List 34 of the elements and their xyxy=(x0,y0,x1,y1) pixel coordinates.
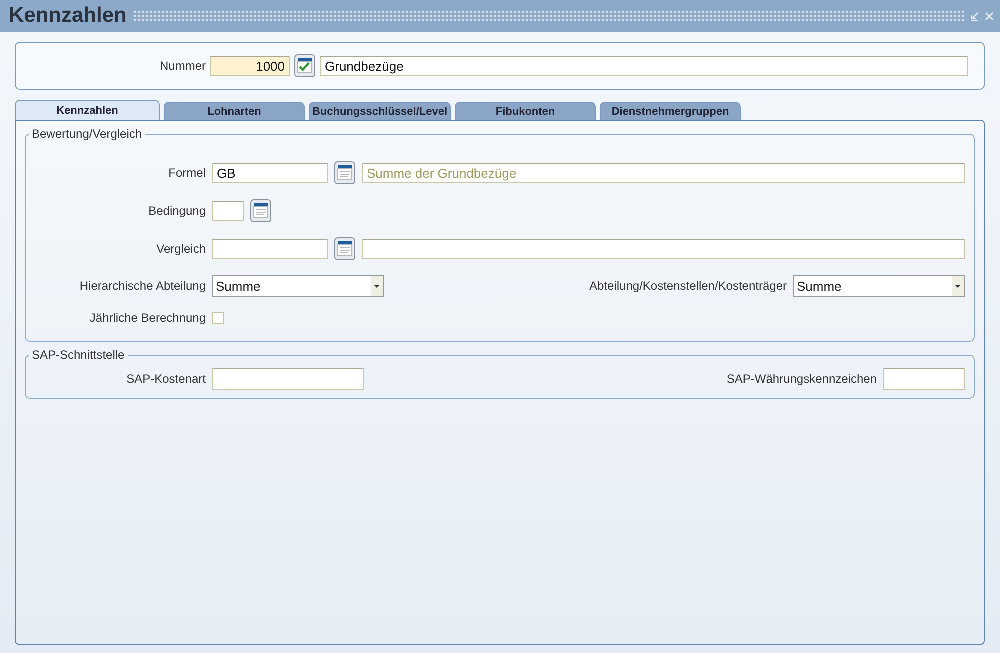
currency-field[interactable] xyxy=(883,368,965,390)
calendar-icon[interactable] xyxy=(250,199,272,223)
description-field: Summe der Grundbezüge xyxy=(362,163,965,183)
comparison-field[interactable] xyxy=(212,239,328,259)
tab[interactable]: Buchungsschlüssel/Level xyxy=(309,102,451,120)
field-label: Bedingung xyxy=(148,204,206,218)
cost-type-field[interactable] xyxy=(212,368,364,390)
close-icon[interactable] xyxy=(985,12,994,20)
validate-icon[interactable] xyxy=(294,54,316,78)
formula-field[interactable]: GB xyxy=(212,163,328,183)
field-label: Formel xyxy=(168,166,206,180)
minimize-icon[interactable] xyxy=(970,12,979,20)
group-title: Bewertung/Vergleich xyxy=(31,127,144,141)
tab[interactable]: Kennzahlen xyxy=(15,100,160,120)
window-title: Kennzahlen xyxy=(9,4,127,28)
tab[interactable]: Lohnarten xyxy=(164,102,305,120)
calendar-icon[interactable] xyxy=(334,237,356,261)
calendar-icon[interactable] xyxy=(334,161,356,185)
field-label: SAP-Kostenart xyxy=(126,372,206,386)
tab[interactable]: Fibukonten xyxy=(455,102,596,120)
field-label: Nummer xyxy=(160,59,206,73)
group-title: SAP-Schnittstelle xyxy=(31,348,126,362)
dropdown[interactable]: Summe xyxy=(212,275,384,297)
number-field[interactable]: 1000 xyxy=(210,56,290,76)
field-label: Vergleich xyxy=(156,242,206,256)
field-label: Hierarchische Abteilung xyxy=(80,279,206,293)
dropdown[interactable]: Summe xyxy=(793,275,965,297)
field-label: SAP-Währungskennzeichen xyxy=(726,372,877,386)
name-field[interactable]: Grundbezüge xyxy=(320,56,968,76)
condition-field[interactable] xyxy=(212,201,244,221)
field-label: Jährliche Berechnung xyxy=(90,311,206,325)
field-label: Abteilung/Kostenstellen/Kostenträger xyxy=(590,279,787,293)
checkbox[interactable] xyxy=(212,312,224,324)
tab[interactable]: Dienstnehmergruppen xyxy=(600,102,741,120)
